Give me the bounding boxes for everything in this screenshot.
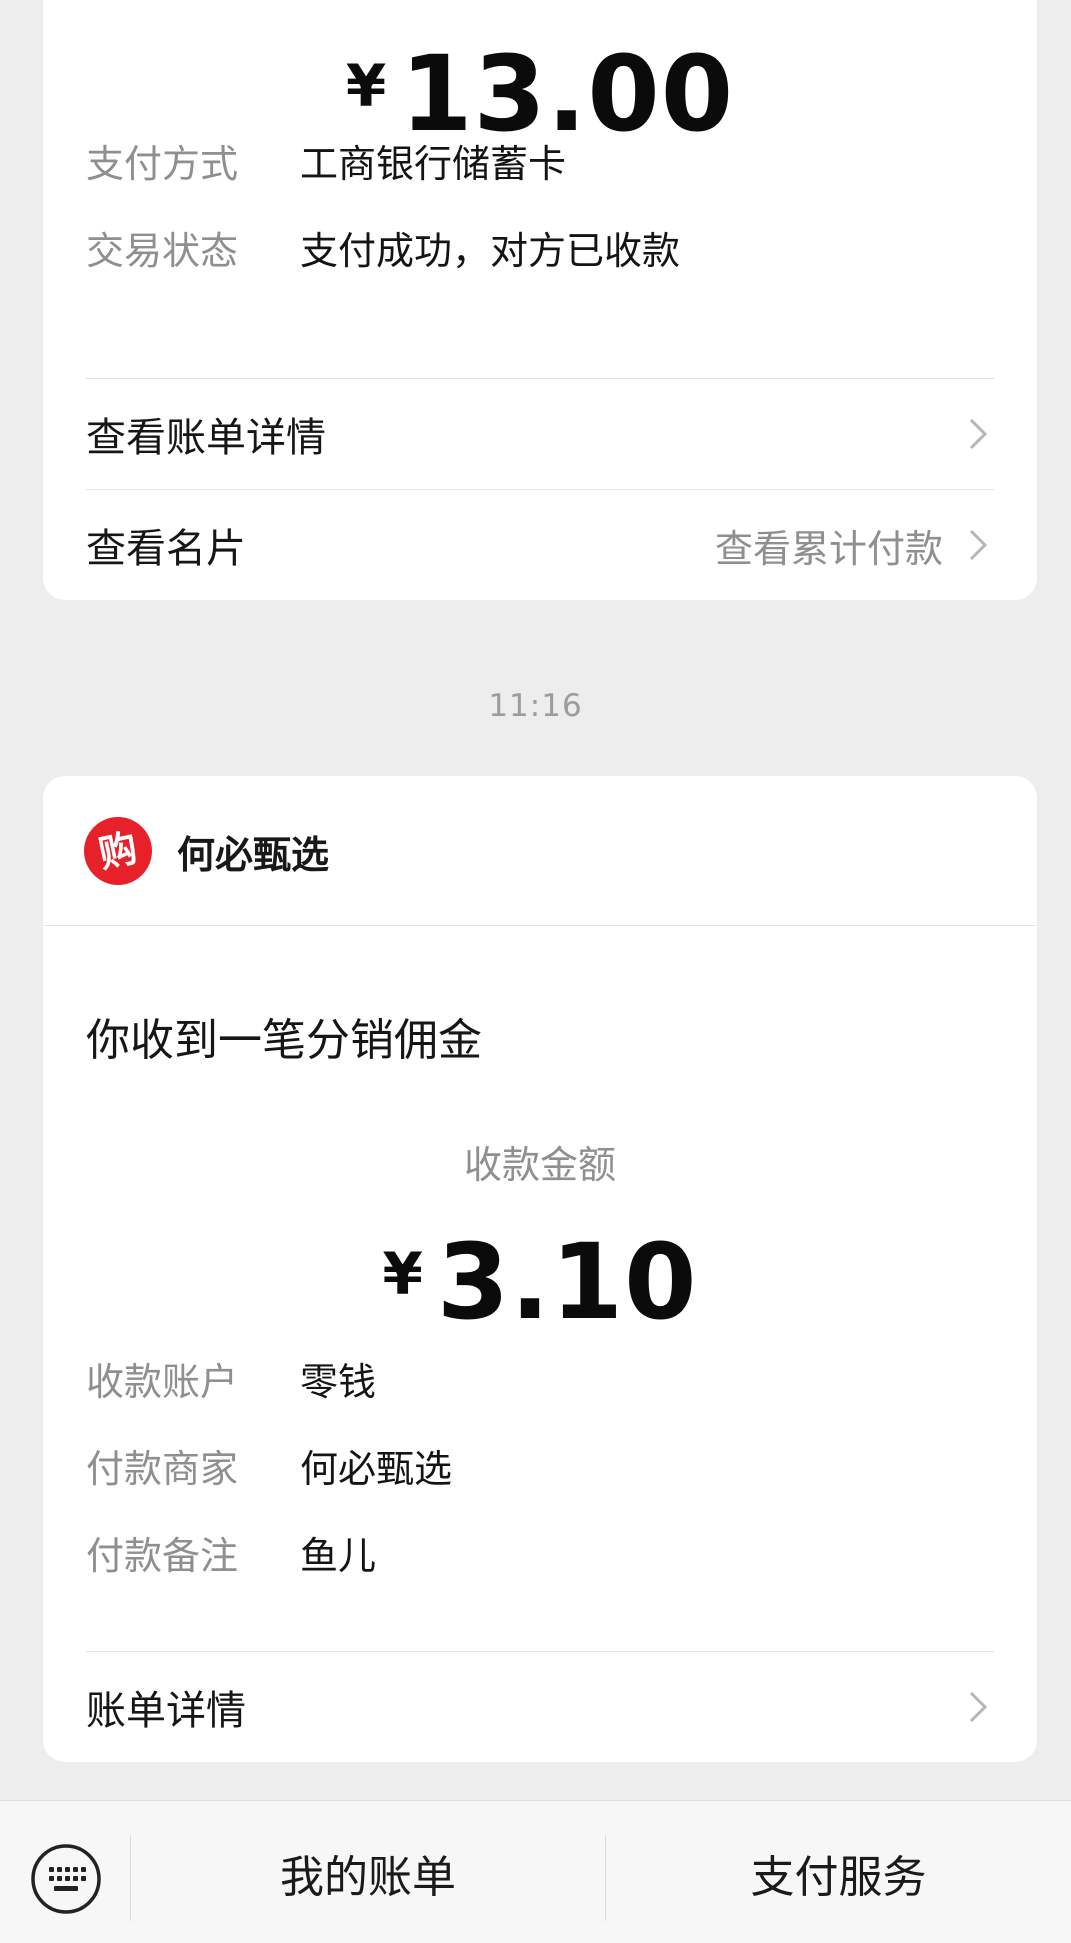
amount-value: 3.10 bbox=[436, 1221, 698, 1343]
detail-value: 零钱 bbox=[300, 1360, 377, 1404]
currency-symbol: ¥ bbox=[382, 1240, 423, 1308]
chevron-right-icon bbox=[969, 529, 988, 561]
payment-amount: ¥13.00 bbox=[43, 42, 1037, 146]
detail-label: 支付方式 bbox=[86, 142, 239, 186]
merchant-name: 何必甄选 bbox=[177, 832, 330, 877]
detail-row-receiving-account: 收款账户 零钱 bbox=[86, 1358, 376, 1406]
detail-label: 付款备注 bbox=[86, 1534, 239, 1578]
bottom-menu-bar: 我的账单 支付服务 bbox=[0, 1800, 1071, 1943]
bill-details-label: 账单详情 bbox=[86, 1688, 246, 1734]
chevron-right-icon bbox=[969, 418, 988, 450]
detail-row-payment-method: 支付方式 工商银行储蓄卡 bbox=[86, 140, 566, 188]
detail-row-payment-note: 付款备注 鱼儿 bbox=[86, 1532, 376, 1580]
detail-label: 交易状态 bbox=[86, 229, 239, 273]
detail-value: 支付成功，对方已收款 bbox=[300, 229, 681, 273]
currency-symbol: ¥ bbox=[345, 52, 387, 120]
amount-title: 收款金额 bbox=[463, 1143, 616, 1187]
bill-details-row[interactable]: 账单详情 bbox=[86, 1652, 997, 1762]
merchant-header[interactable]: 购 何必甄选 bbox=[83, 816, 329, 886]
view-card-row[interactable]: 查看名片 查看累计付款 bbox=[86, 490, 997, 600]
detail-row-transaction-status: 交易状态 支付成功，对方已收款 bbox=[86, 227, 680, 275]
message-timestamp: 11:16 bbox=[488, 688, 583, 724]
menu-my-bills[interactable]: 我的账单 bbox=[131, 1801, 605, 1943]
divider bbox=[43, 925, 1037, 926]
keyboard-icon[interactable] bbox=[30, 1843, 102, 1915]
detail-row-paying-merchant: 付款商家 何必甄选 bbox=[86, 1445, 452, 1493]
detail-label: 收款账户 bbox=[86, 1360, 239, 1404]
view-card-label: 查看名片 bbox=[86, 526, 246, 572]
commission-card[interactable]: 购 何必甄选 你收到一笔分销佣金 收款金额 ¥3.10 收款账户 零钱 付款商家 何… bbox=[43, 776, 1037, 1762]
shopping-logo-icon: 购 bbox=[84, 817, 152, 885]
detail-value: 鱼儿 bbox=[300, 1534, 377, 1578]
menu-payment-services[interactable]: 支付服务 bbox=[606, 1801, 1071, 1943]
chevron-right-icon bbox=[969, 1691, 988, 1723]
message-headline: 你收到一笔分销佣金 bbox=[86, 1015, 482, 1066]
payment-card: ¥13.00 支付方式 工商银行储蓄卡 交易状态 支付成功，对方已收款 查看账单详情… bbox=[43, 0, 1037, 600]
detail-label: 付款商家 bbox=[86, 1447, 239, 1491]
amount-value: 13.00 bbox=[400, 33, 735, 155]
detail-value: 工商银行储蓄卡 bbox=[300, 142, 567, 186]
view-bill-details-row[interactable]: 查看账单详情 bbox=[86, 379, 997, 489]
view-cumulative-payments-link[interactable]: 查看累计付款 bbox=[715, 518, 943, 573]
view-bill-details-label: 查看账单详情 bbox=[86, 415, 326, 461]
received-amount: ¥3.10 bbox=[43, 1230, 1037, 1334]
detail-value: 何必甄选 bbox=[300, 1447, 453, 1491]
